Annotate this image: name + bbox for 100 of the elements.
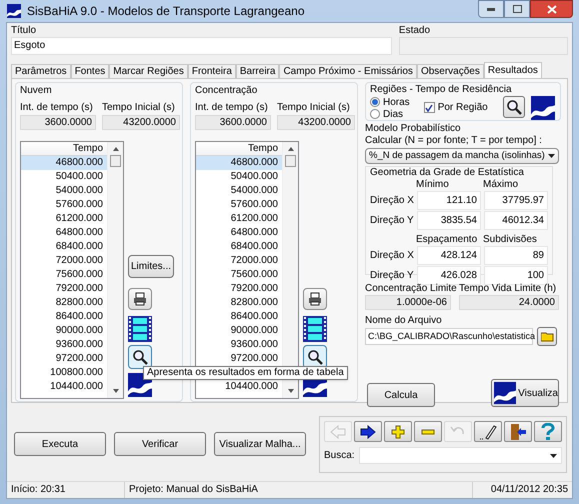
table-view-button[interactable] [128, 345, 152, 369]
time-row[interactable]: 72000.000 [21, 254, 107, 268]
time-row[interactable]: 79200.000 [21, 282, 107, 296]
action-button[interactable]: Verificar [114, 432, 206, 456]
time-row[interactable]: 90000.000 [196, 324, 282, 338]
time-row[interactable]: 82800.000 [196, 296, 282, 310]
scroll-thumb[interactable] [110, 155, 121, 167]
pencil-icon [479, 424, 497, 440]
time-row[interactable]: 68400.000 [196, 240, 282, 254]
time-row[interactable]: 54000.000 [196, 184, 282, 198]
maximize-button[interactable] [504, 0, 530, 18]
interval-value: 3600.0000 [20, 115, 96, 130]
time-row[interactable]: 75600.000 [196, 268, 282, 282]
column-label: Mínimo [415, 179, 450, 190]
section-title: Modelo Probabilístico [365, 123, 462, 135]
toolbar-button[interactable] [504, 421, 532, 442]
visualize-button[interactable]: Visualiza [491, 379, 559, 408]
field-label: Calcular (N = por fonte; T = por tempo] : [365, 135, 543, 147]
field-label: Tempo Inicial (s) [102, 101, 176, 115]
calc-dropdown[interactable]: %_N de passagem da mancha (isolinhas) [365, 148, 559, 164]
tab[interactable]: Resultados [484, 62, 542, 78]
tab[interactable]: Fronteira [188, 64, 236, 78]
time-row[interactable]: 104400.000 [21, 380, 107, 394]
checkbox[interactable] [424, 102, 435, 113]
scrollbar[interactable] [107, 142, 123, 398]
time-row[interactable]: 97200.000 [196, 352, 282, 366]
file-path-field[interactable]: C:\BG_CALIBRADO\Rascunho\estatistica [365, 328, 533, 346]
row-label: Direção X [370, 194, 414, 207]
time-row[interactable]: 72000.000 [196, 254, 282, 268]
toolbar-button[interactable] [354, 421, 382, 442]
print-button[interactable] [128, 288, 152, 310]
scroll-down-icon [112, 389, 118, 393]
help-icon [541, 422, 555, 440]
column-label: Subdivisões [482, 234, 538, 246]
time-row[interactable]: 46800.000 [21, 156, 107, 170]
maximize-icon [512, 5, 522, 13]
column-header: Tempo [196, 142, 282, 156]
number-field[interactable]: 428.124 [417, 246, 481, 266]
time-row[interactable]: 90000.000 [21, 324, 107, 338]
time-row[interactable]: 104400.000 [196, 380, 282, 394]
search-label: Busca: [324, 449, 355, 463]
time-row[interactable]: 86400.000 [21, 310, 107, 324]
time-row[interactable]: 97200.000 [21, 352, 107, 366]
time-row[interactable]: 100800.000 [21, 366, 107, 380]
time-row[interactable]: 82800.000 [21, 296, 107, 310]
time-row[interactable]: 64800.000 [196, 226, 282, 240]
time-row[interactable]: 50400.000 [196, 170, 282, 184]
wave-logo-icon [494, 381, 516, 406]
time-row[interactable]: 93600.000 [196, 338, 282, 352]
search-icon [132, 349, 148, 365]
minimize-button[interactable] [478, 0, 504, 18]
number-field[interactable]: 37795.97 [484, 191, 548, 210]
tab[interactable]: Marcar Regiões [109, 64, 188, 78]
group-title: Nuvem [20, 84, 53, 98]
field-label: Tempo Inicial (s) [277, 101, 351, 115]
tab[interactable]: Fontes [70, 64, 110, 78]
time-row[interactable]: 68400.000 [21, 240, 107, 254]
time-row[interactable]: 86400.000 [196, 310, 282, 324]
start-time-value: 43200.0000 [277, 115, 355, 130]
print-button[interactable] [303, 288, 327, 310]
plus-icon [391, 424, 405, 438]
action-button[interactable]: Executa [14, 432, 106, 456]
number-field[interactable]: 46012.34 [484, 211, 548, 230]
wave-logo-icon [530, 96, 556, 120]
number-field[interactable]: 121.10 [417, 191, 481, 210]
check-icon [425, 104, 434, 112]
time-row[interactable]: 50400.000 [21, 170, 107, 184]
toolbar-button[interactable] [474, 421, 502, 442]
time-row[interactable]: 93600.000 [21, 338, 107, 352]
title-label: Título [11, 24, 38, 37]
search-button[interactable] [503, 96, 525, 118]
right-arrow-icon [360, 424, 376, 438]
time-row[interactable]: 46800.000 [196, 156, 282, 170]
open-folder-button[interactable] [537, 327, 557, 346]
time-row[interactable]: 61200.000 [196, 212, 282, 226]
tab[interactable]: Observações [416, 64, 484, 78]
time-row[interactable]: 64800.000 [21, 226, 107, 240]
time-row[interactable]: 61200.000 [21, 212, 107, 226]
time-row[interactable]: 57600.000 [21, 198, 107, 212]
close-button[interactable] [530, 0, 573, 18]
calculate-button[interactable]: Calcula [367, 383, 435, 408]
number-field[interactable]: 3835.54 [417, 211, 481, 230]
time-row[interactable]: 79200.000 [196, 282, 282, 296]
title-field[interactable]: Esgoto [11, 37, 392, 55]
radio-button[interactable] [370, 109, 380, 119]
time-row[interactable]: 54000.000 [21, 184, 107, 198]
tab[interactable]: Parâmetros [11, 64, 71, 78]
time-row[interactable]: 57600.000 [196, 198, 282, 212]
time-row[interactable]: 75600.000 [21, 268, 107, 282]
radio-button[interactable] [370, 97, 380, 107]
status-text: Início: 20:31 [7, 482, 125, 498]
limits-button[interactable]: Limites... [128, 255, 174, 278]
scroll-thumb[interactable] [285, 155, 296, 167]
tab[interactable]: Campo Próximo - Emissários [279, 64, 417, 78]
tab[interactable]: Barreira [236, 64, 280, 78]
search-icon [506, 99, 522, 115]
action-button[interactable]: Visualizar Malha... [214, 432, 306, 456]
number-field[interactable]: 89 [484, 246, 548, 266]
dropdown-arrow-icon [550, 454, 557, 458]
state-label: Estado [398, 24, 432, 37]
